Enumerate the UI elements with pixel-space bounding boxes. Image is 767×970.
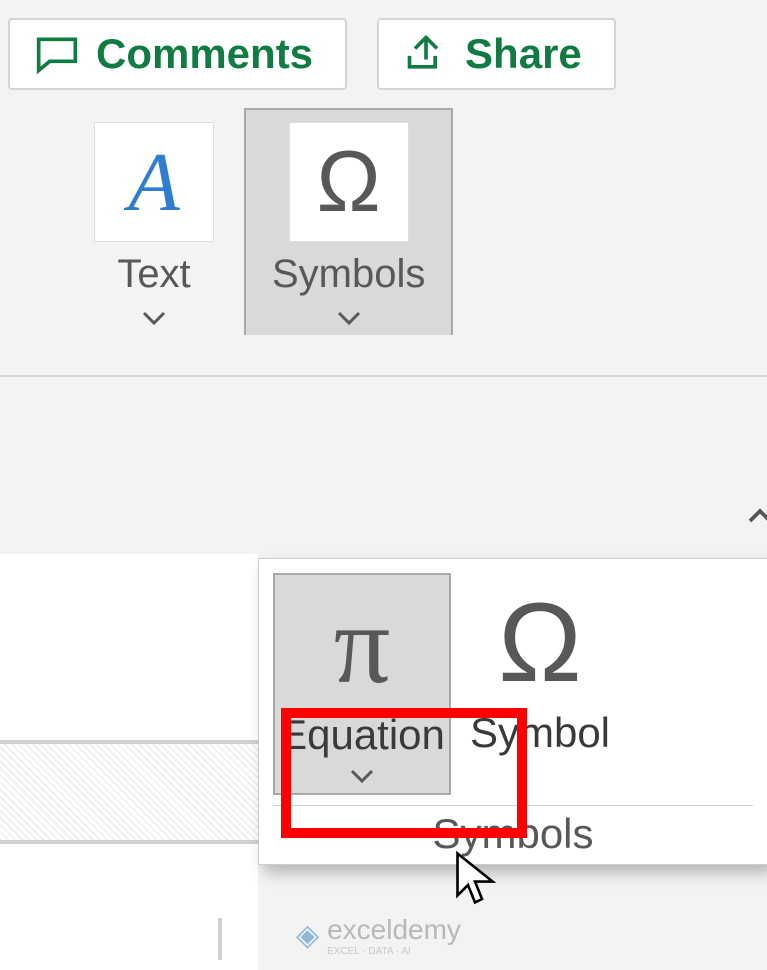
watermark: ◈ exceldemy EXCEL · DATA · AI bbox=[296, 914, 461, 957]
symbols-group-label: Symbols bbox=[272, 252, 425, 297]
share-label: Share bbox=[465, 30, 582, 78]
comments-button[interactable]: Comments bbox=[8, 18, 347, 90]
ribbon-collapse-chevron-icon[interactable] bbox=[745, 498, 767, 541]
highlight-annotation bbox=[281, 708, 527, 838]
text-icon-box: A bbox=[94, 122, 214, 242]
ribbon-group-text[interactable]: A Text bbox=[66, 108, 242, 335]
ribbon-group-symbols[interactable]: Ω Symbols bbox=[244, 108, 453, 335]
omega-icon: Ω bbox=[317, 139, 381, 225]
cube-icon: ◈ bbox=[296, 918, 319, 953]
cursor-icon bbox=[454, 850, 496, 906]
symbols-icon-box: Ω bbox=[289, 122, 409, 242]
watermark-brand: exceldemy bbox=[327, 914, 461, 945]
pi-icon: π bbox=[277, 579, 447, 711]
comments-label: Comments bbox=[96, 30, 313, 78]
chevron-down-icon bbox=[337, 311, 361, 327]
text-group-label: Text bbox=[117, 252, 190, 297]
chevron-down-icon bbox=[142, 311, 166, 327]
grid-line bbox=[218, 918, 222, 960]
text-icon: A bbox=[128, 134, 179, 231]
ribbon-insert-tab: A Text Ω Symbols bbox=[0, 108, 767, 377]
share-button[interactable]: Share bbox=[377, 18, 616, 90]
selected-cell[interactable] bbox=[0, 744, 258, 840]
grid-line bbox=[0, 840, 258, 844]
omega-icon: Ω bbox=[455, 577, 625, 709]
share-icon bbox=[401, 32, 451, 76]
top-actions-bar: Comments Share bbox=[0, 0, 767, 108]
comment-icon bbox=[32, 32, 82, 76]
watermark-tagline: EXCEL · DATA · AI bbox=[327, 946, 461, 957]
